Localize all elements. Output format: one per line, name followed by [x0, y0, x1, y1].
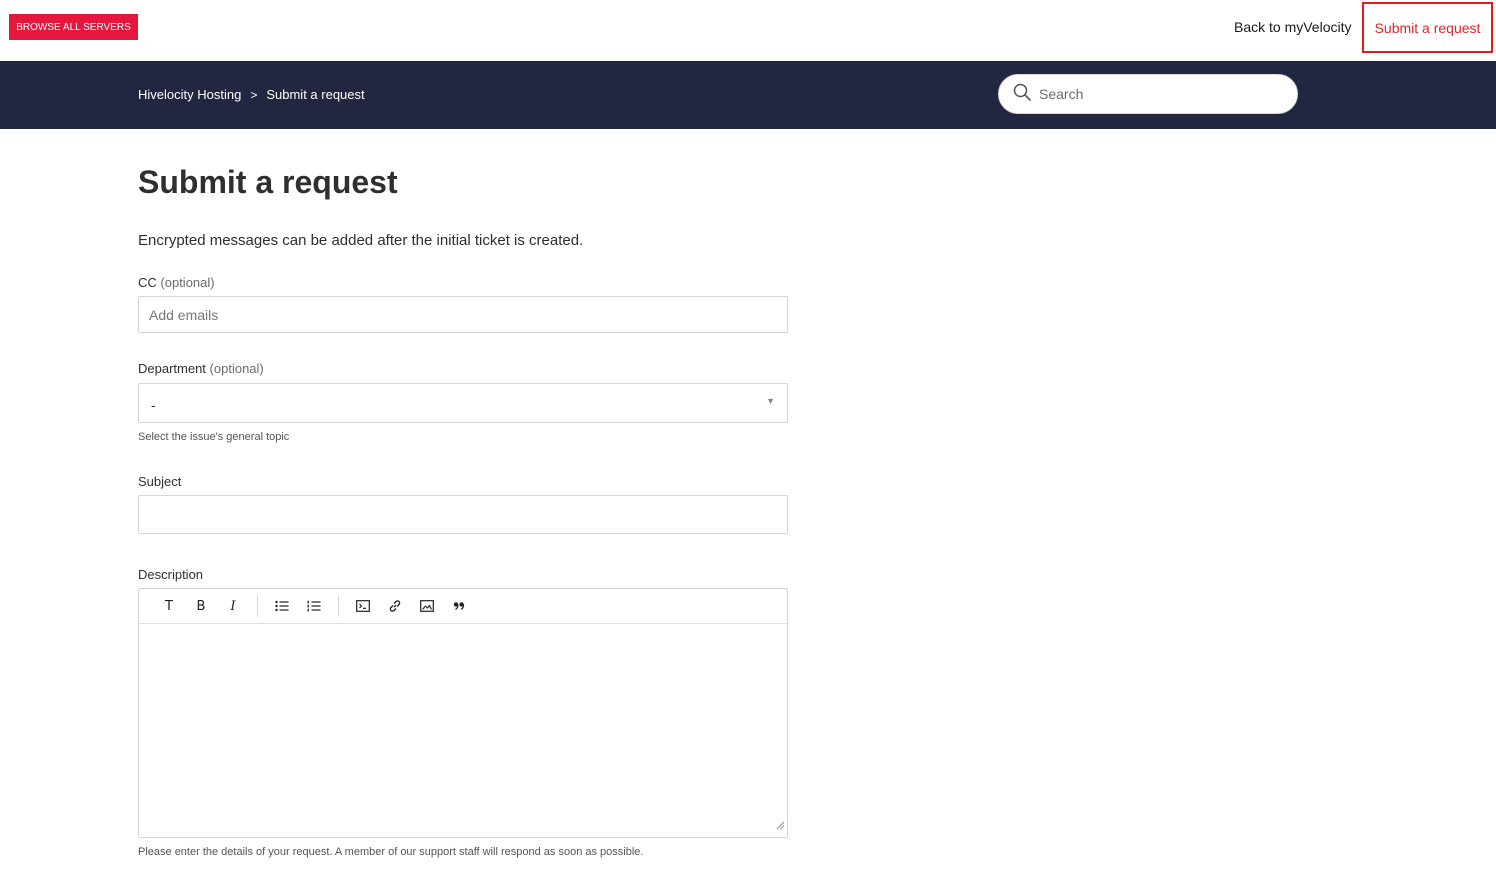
cc-optional-text: (optional) — [160, 275, 215, 290]
subject-label-text: Subject — [138, 474, 182, 489]
description-textarea[interactable] — [139, 624, 787, 837]
description-label-text: Description — [138, 567, 204, 582]
department-hint: Select the issue's general topic — [138, 431, 290, 443]
nav-band: Hivelocity Hosting > Submit a request — [0, 61, 1496, 129]
top-bar: BROWSE ALL SERVERS Back to myVelocity Su… — [0, 0, 1496, 61]
breadcrumb: Hivelocity Hosting > Submit a request — [138, 87, 365, 102]
dropdown-caret-icon: ▼ — [766, 396, 775, 406]
image-icon[interactable] — [411, 594, 443, 618]
intro-text: Encrypted messages can be added after th… — [138, 232, 584, 249]
breadcrumb-current-link[interactable]: Submit a request — [266, 87, 364, 102]
toolbar-divider — [338, 595, 339, 617]
browse-all-servers-button[interactable]: BROWSE ALL SERVERS — [9, 14, 138, 40]
cc-field[interactable] — [138, 296, 788, 333]
resize-handle-icon[interactable] — [776, 817, 785, 835]
editor-toolbar: T B I — [139, 589, 787, 624]
description-editor: T B I — [138, 588, 788, 838]
italic-icon[interactable]: I — [217, 594, 249, 618]
cc-label: CC (optional) — [138, 275, 215, 290]
search-icon — [1013, 83, 1031, 106]
subject-input[interactable] — [139, 496, 787, 533]
back-to-myvelocity-link[interactable]: Back to myVelocity — [1234, 19, 1352, 35]
subject-label: Subject — [138, 474, 181, 489]
link-icon[interactable] — [379, 594, 411, 618]
text-format-icon[interactable]: T — [153, 594, 185, 618]
department-optional-text: (optional) — [209, 361, 264, 376]
department-selected-value: - — [151, 397, 156, 413]
breadcrumb-separator: > — [250, 87, 258, 102]
breadcrumb-home-link[interactable]: Hivelocity Hosting — [138, 87, 241, 102]
bold-icon[interactable]: B — [185, 594, 217, 618]
department-label-text: Department — [138, 361, 206, 376]
quote-icon[interactable] — [443, 594, 475, 618]
department-label: Department (optional) — [138, 361, 264, 376]
submit-request-link[interactable]: Submit a request — [1362, 2, 1493, 53]
description-label: Description — [138, 567, 203, 582]
search-box[interactable] — [998, 74, 1298, 114]
code-block-icon[interactable] — [347, 594, 379, 618]
subject-field[interactable] — [138, 495, 788, 534]
numbered-list-icon[interactable] — [298, 594, 330, 618]
cc-input[interactable] — [139, 297, 787, 332]
cc-label-text: CC — [138, 275, 157, 290]
department-select[interactable]: - ▼ — [138, 383, 788, 423]
toolbar-divider — [257, 595, 258, 617]
description-hint: Please enter the details of your request… — [138, 846, 644, 858]
bullet-list-icon[interactable] — [266, 594, 298, 618]
search-input[interactable] — [1039, 86, 1279, 102]
page-title: Submit a request — [138, 164, 398, 200]
